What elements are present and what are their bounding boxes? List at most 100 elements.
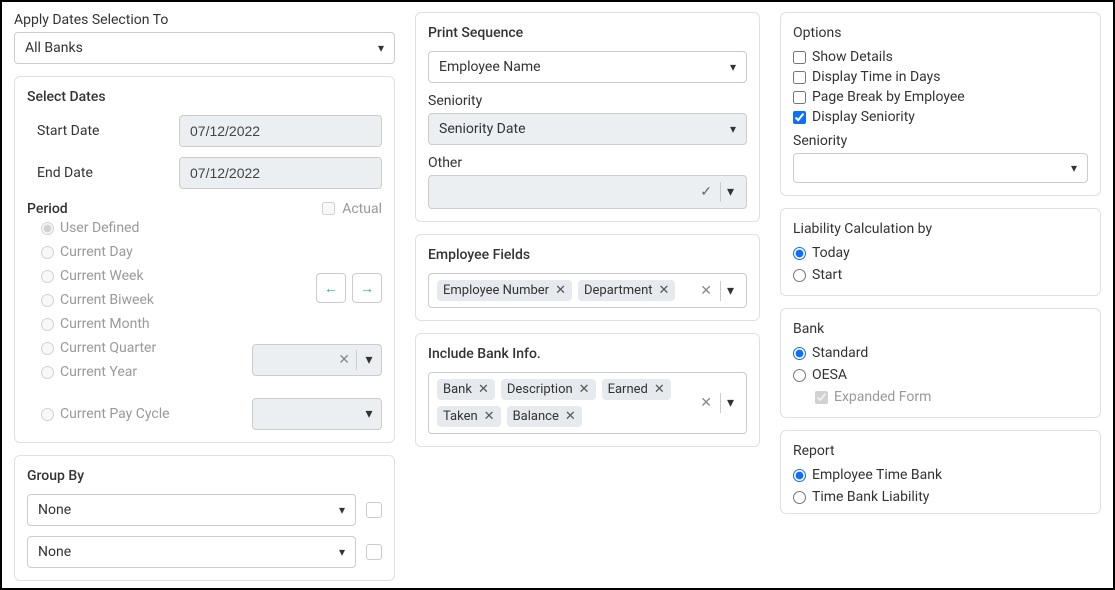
period-current-year[interactable]: Current Year <box>41 362 242 382</box>
bank-oesa[interactable]: OESA <box>793 367 1088 383</box>
period-quarter-year-select[interactable]: ✕ ▾ <box>252 344 382 376</box>
display-seniority-input[interactable] <box>793 111 806 124</box>
options-seniority-label: Seniority <box>793 133 1088 149</box>
start-date-label: Start Date <box>27 123 167 139</box>
radio-user-defined[interactable] <box>41 222 54 235</box>
start-date-row: Start Date <box>27 115 382 147</box>
period-next-button[interactable]: → <box>352 273 382 303</box>
report-title: Report <box>793 443 1088 459</box>
period-current-month[interactable]: Current Month <box>41 314 242 334</box>
print-sequence-title: Print Sequence <box>428 25 747 41</box>
liability-panel: Liability Calculation by Today Start <box>780 208 1101 296</box>
left-column: Apply Dates Selection To All Banks ▾ Sel… <box>14 12 395 578</box>
check-icon[interactable]: ✓ <box>700 184 718 200</box>
chevron-down-icon: ▾ <box>723 283 738 299</box>
chevron-down-icon: ▾ <box>730 122 736 136</box>
tag-description: Description ✕ <box>501 379 596 400</box>
report-options-form: Apply Dates Selection To All Banks ▾ Sel… <box>0 0 1115 590</box>
radio-current-week[interactable] <box>41 270 54 283</box>
liability-today-input[interactable] <box>793 247 806 260</box>
liability-start[interactable]: Start <box>793 267 1088 283</box>
report-panel: Report Employee Time Bank Time Bank Liab… <box>780 430 1101 514</box>
clear-icon[interactable]: ✕ <box>253 352 356 368</box>
bank-expanded-input[interactable] <box>815 391 828 404</box>
report-tbl[interactable]: Time Bank Liability <box>793 489 1088 505</box>
options-panel: Options Show Details Display Time in Day… <box>780 12 1101 196</box>
end-date-label: End Date <box>27 165 167 181</box>
bank-expanded-form[interactable]: Expanded Form <box>793 389 1088 405</box>
report-etb[interactable]: Employee Time Bank <box>793 467 1088 483</box>
remove-tag-icon[interactable]: ✕ <box>659 283 670 298</box>
seniority-select[interactable]: Seniority Date ▾ <box>428 113 747 145</box>
select-dates-title: Select Dates <box>27 89 382 105</box>
period-prev-button[interactable]: ← <box>316 273 346 303</box>
period-current-biweek[interactable]: Current Biweek <box>41 290 242 310</box>
bank-oesa-input[interactable] <box>793 369 806 382</box>
remove-tag-icon[interactable]: ✕ <box>654 382 665 397</box>
remove-tag-icon[interactable]: ✕ <box>478 382 489 397</box>
remove-tag-icon[interactable]: ✕ <box>565 409 576 424</box>
bank-panel: Bank Standard OESA Expanded Form <box>780 308 1101 418</box>
report-etb-input[interactable] <box>793 469 806 482</box>
group-by-row-1: None ▾ <box>27 494 382 526</box>
remove-tag-icon[interactable]: ✕ <box>579 382 590 397</box>
period-current-week[interactable]: Current Week <box>41 266 242 286</box>
chevron-down-icon: ▾ <box>357 352 381 368</box>
radio-current-day[interactable] <box>41 246 54 259</box>
print-sequence-panel: Print Sequence Employee Name ▾ Seniority… <box>415 12 760 222</box>
apply-dates-select[interactable]: All Banks ▾ <box>14 32 395 64</box>
page-break-input[interactable] <box>793 91 806 104</box>
display-time-input[interactable] <box>793 71 806 84</box>
report-tbl-input[interactable] <box>793 491 806 504</box>
show-details-input[interactable] <box>793 51 806 64</box>
seniority-label: Seniority <box>428 93 747 109</box>
period-user-defined[interactable]: User Defined <box>41 218 242 238</box>
start-date-input[interactable] <box>179 115 382 147</box>
bank-standard-input[interactable] <box>793 347 806 360</box>
other-select[interactable]: ✓ ▾ <box>428 175 747 209</box>
end-date-row: End Date <box>27 157 382 189</box>
clear-all-icon[interactable]: ✕ <box>694 395 718 411</box>
middle-column: Print Sequence Employee Name ▾ Seniority… <box>415 12 760 578</box>
group-by-select-1[interactable]: None ▾ <box>27 494 356 526</box>
radio-current-pay-cycle[interactable] <box>41 408 54 421</box>
page-break-checkbox[interactable]: Page Break by Employee <box>793 89 1088 105</box>
radio-current-year[interactable] <box>41 366 54 379</box>
display-seniority-checkbox[interactable]: Display Seniority <box>793 109 1088 125</box>
apply-dates-value: All Banks <box>25 40 83 56</box>
chevron-down-icon: ▾ <box>723 184 738 200</box>
arrow-right-icon: → <box>360 280 374 297</box>
group-by-select-2[interactable]: None ▾ <box>27 536 356 568</box>
chevron-down-icon: ▾ <box>723 395 738 411</box>
options-seniority-select[interactable]: ▾ <box>793 153 1088 183</box>
period-pay-cycle-select[interactable]: ▾ <box>252 398 382 430</box>
period-current-quarter[interactable]: Current Quarter <box>41 338 242 358</box>
include-bank-select[interactable]: Bank ✕ Description ✕ Earned ✕ Taken ✕ <box>428 372 747 434</box>
period-current-pay-cycle[interactable]: Current Pay Cycle <box>41 404 242 424</box>
radio-current-quarter[interactable] <box>41 342 54 355</box>
actual-checkbox[interactable]: Actual <box>318 199 382 218</box>
options-title: Options <box>793 25 1088 41</box>
employee-fields-panel: Employee Fields Employee Number ✕ Depart… <box>415 234 760 321</box>
chevron-down-icon: ▾ <box>378 41 384 55</box>
clear-all-icon[interactable]: ✕ <box>694 283 718 299</box>
employee-fields-select[interactable]: Employee Number ✕ Department ✕ ✕ ▾ <box>428 273 747 308</box>
group-by-title: Group By <box>27 468 382 484</box>
bank-standard[interactable]: Standard <box>793 345 1088 361</box>
actual-checkbox-input[interactable] <box>322 202 335 215</box>
liability-start-input[interactable] <box>793 269 806 282</box>
remove-tag-icon[interactable]: ✕ <box>484 409 495 424</box>
radio-current-biweek[interactable] <box>41 294 54 307</box>
remove-tag-icon[interactable]: ✕ <box>555 283 566 298</box>
period-current-day[interactable]: Current Day <box>41 242 242 262</box>
group-by-checkbox-1[interactable] <box>366 502 382 518</box>
group-by-checkbox-2[interactable] <box>366 544 382 560</box>
radio-current-month[interactable] <box>41 318 54 331</box>
liability-today[interactable]: Today <box>793 245 1088 261</box>
show-details-checkbox[interactable]: Show Details <box>793 49 1088 65</box>
period-title: Period <box>27 201 68 217</box>
bank-title: Bank <box>793 321 1088 337</box>
print-sequence-select[interactable]: Employee Name ▾ <box>428 51 747 83</box>
end-date-input[interactable] <box>179 157 382 189</box>
display-time-checkbox[interactable]: Display Time in Days <box>793 69 1088 85</box>
